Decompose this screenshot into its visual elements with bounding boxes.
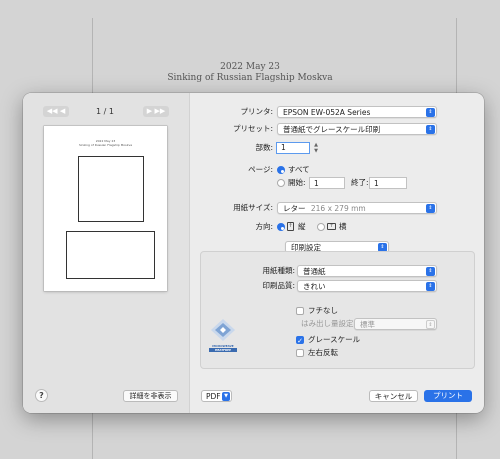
- preview-page: 2022 May 23 Sinking of Russian Flagship …: [44, 126, 167, 291]
- orientation-portrait-label: 縦: [298, 222, 306, 231]
- pages-to-label: 終了:: [351, 178, 369, 187]
- borderless-checkbox[interactable]: [296, 307, 304, 315]
- page-indicator: 1 / 1: [96, 107, 114, 116]
- print-dialog: ◀◀ ◀ 1 / 1 ▶ ▶▶ 2022 May 23 Sinking of R…: [23, 93, 484, 413]
- preview-back-buttons[interactable]: ◀◀ ◀: [43, 106, 69, 117]
- quality-label: 印刷品質:: [262, 281, 295, 290]
- orientation-portrait-radio[interactable]: [277, 223, 285, 231]
- cancel-button[interactable]: キャンセル: [369, 390, 418, 402]
- chevron-updown-icon: ⇕: [426, 320, 435, 329]
- printer-select[interactable]: EPSON EW-052A Series ⇕: [277, 106, 437, 118]
- chevron-down-icon: ▼: [222, 392, 230, 401]
- preset-label: プリセット:: [232, 124, 273, 133]
- printer-label: プリンタ:: [240, 107, 273, 116]
- pages-from-field[interactable]: 1: [309, 177, 345, 189]
- preview-pane: ◀◀ ◀ 1 / 1 ▶ ▶▶ 2022 May 23 Sinking of R…: [23, 93, 190, 413]
- pages-range-radio[interactable]: [277, 179, 285, 187]
- overflow-select[interactable]: 標準 ⇕: [354, 318, 437, 330]
- preview-forward-buttons[interactable]: ▶ ▶▶: [143, 106, 169, 117]
- chevron-updown-icon: ⇕: [426, 204, 435, 213]
- background-doc-title: Sinking of Russian Flagship Moskva: [167, 73, 333, 83]
- chevron-updown-icon: ⇕: [426, 267, 435, 276]
- preset-select[interactable]: 普通紙でグレースケール印刷 ⇕: [277, 123, 437, 135]
- preview-image-top: [78, 156, 144, 222]
- mirror-checkbox[interactable]: [296, 349, 304, 357]
- preview-page-title: Sinking of Russian Flagship Moskva: [78, 143, 133, 147]
- printer-select-value: EPSON EW-052A Series: [283, 108, 371, 117]
- chevron-updown-icon: ⇕: [426, 282, 435, 291]
- quality-value: きれい: [303, 282, 326, 291]
- chevron-updown-icon: ⇕: [426, 125, 435, 134]
- borderless-label: フチなし: [308, 306, 338, 315]
- vendor-logo: MICROWEAVE HEATFREE: [209, 318, 237, 356]
- pages-from-label: 開始:: [288, 178, 306, 187]
- pages-all-label: すべて: [288, 165, 310, 174]
- pdf-button-label: PDF: [206, 392, 221, 401]
- hide-details-button[interactable]: 詳細を非表示: [123, 390, 178, 402]
- pages-all-radio[interactable]: [277, 166, 285, 174]
- grayscale-checkbox[interactable]: ✓: [296, 336, 304, 345]
- quality-select[interactable]: きれい ⇕: [297, 280, 437, 292]
- copies-label: 部数:: [255, 143, 273, 152]
- vendor-logo-line2: HEATFREE: [209, 348, 237, 352]
- landscape-page-icon: ↑: [327, 223, 336, 230]
- copies-field[interactable]: 1: [276, 142, 310, 154]
- paper-size-value: レター: [283, 204, 306, 213]
- media-type-select[interactable]: 普通紙 ⇕: [297, 265, 437, 277]
- paper-size-dims: 216 x 279 mm: [310, 204, 366, 213]
- pages-label: ページ:: [248, 165, 273, 174]
- pdf-menu-button[interactable]: PDF ▼: [201, 390, 232, 402]
- portrait-page-icon: ↑: [287, 222, 294, 231]
- diamond-logo-icon: [211, 319, 235, 341]
- overflow-label: はみ出し量設定:: [301, 319, 357, 328]
- orientation-landscape-radio[interactable]: [317, 223, 325, 231]
- media-type-value: 普通紙: [303, 267, 326, 276]
- copies-stepper[interactable]: ▲ ▼: [313, 142, 319, 154]
- paper-size-label: 用紙サイズ:: [233, 203, 273, 212]
- preview-image-bottom: [66, 231, 155, 279]
- mirror-label: 左右反転: [308, 348, 338, 357]
- paper-size-select[interactable]: レター 216 x 279 mm ⇕: [277, 202, 437, 214]
- background-doc-date: 2022 May 23: [220, 62, 280, 72]
- media-type-label: 用紙種類:: [262, 266, 295, 275]
- print-button[interactable]: プリント: [424, 390, 472, 402]
- overflow-value: 標準: [360, 320, 375, 329]
- chevron-updown-icon: ⇕: [426, 108, 435, 117]
- help-button[interactable]: ?: [35, 389, 48, 402]
- orientation-landscape-label: 横: [339, 222, 347, 231]
- pages-to-field[interactable]: 1: [369, 177, 407, 189]
- orientation-label: 方向:: [255, 222, 273, 231]
- preset-select-value: 普通紙でグレースケール印刷: [283, 125, 381, 134]
- grayscale-label: グレースケール: [308, 335, 361, 344]
